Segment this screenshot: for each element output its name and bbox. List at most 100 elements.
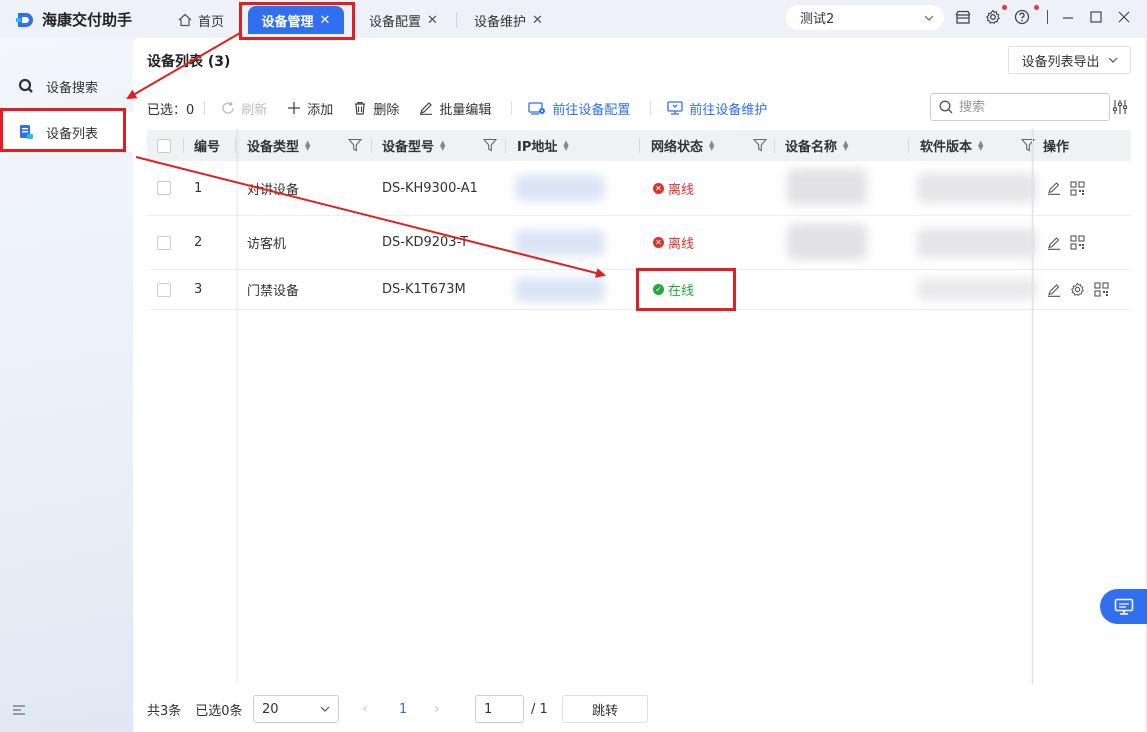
store-icon[interactable] — [954, 8, 972, 26]
row-checkbox[interactable] — [157, 161, 171, 215]
refresh-button[interactable]: 刷新 — [221, 99, 267, 118]
tab-home[interactable]: 首页 — [170, 6, 232, 34]
frozen-column-shadow — [1030, 128, 1034, 684]
search-input[interactable] — [959, 99, 1099, 115]
cell-device-type: 对讲设备 — [247, 182, 300, 198]
total-count: 共3条 — [147, 703, 182, 719]
goto-maintenance-label: 前往设备维护 — [689, 102, 768, 118]
column-label: 设备类型 — [247, 140, 300, 155]
pagination-summary: 共3条 已选0条 — [147, 695, 243, 723]
col-device-model[interactable]: 设备型号 ▲ ▼ — [382, 130, 445, 161]
gear-icon[interactable] — [1070, 282, 1085, 297]
batch-edit-button[interactable]: 批量编辑 — [419, 99, 491, 118]
account-name: 测试2 — [800, 12, 835, 27]
column-settings-icon[interactable] — [1112, 99, 1128, 115]
cell-number: 2 — [194, 235, 203, 250]
title-bar: 海康交付助手 首页 设备管理 ✕ 设备配置 ✕ 设备维护 ✕ 测试2 — [0, 0, 1147, 38]
col-network-status[interactable]: 网络状态 ▲ ▼ — [651, 130, 714, 161]
redacted-software-version — [917, 228, 1037, 258]
jump-label: 跳转 — [591, 703, 618, 719]
tab-device-maintenance[interactable]: 设备维护 ✕ — [466, 6, 551, 34]
col-device-type[interactable]: 设备类型 ▲ ▼ — [247, 130, 310, 161]
redacted-device-name — [787, 224, 867, 260]
table-row[interactable]: 2 访客机 DS-KD9203-T ✕ 离线 — [147, 216, 1131, 270]
col-software-version[interactable]: 软件版本 ▲ ▼ — [920, 130, 983, 161]
close-window-icon[interactable] — [1115, 8, 1133, 26]
column-divider — [639, 138, 640, 153]
sidebar-item-device-search[interactable]: 设备搜索 — [0, 66, 133, 106]
page-size-select[interactable]: 20 — [253, 695, 339, 723]
goto-maintenance-button[interactable]: 前往设备维护 — [667, 99, 767, 118]
select-all-checkbox[interactable] — [157, 130, 171, 161]
qr-code-icon[interactable] — [1094, 282, 1109, 297]
prev-page-icon[interactable]: ‹ — [362, 701, 368, 717]
app-title: 海康交付助手 — [42, 11, 133, 29]
col-actions: 操作 — [1043, 130, 1069, 161]
delete-button[interactable]: 删除 — [353, 99, 399, 118]
toolbar-divider — [650, 101, 652, 115]
add-button[interactable]: 添加 — [287, 99, 333, 118]
next-page-icon[interactable]: › — [434, 701, 440, 717]
filter-icon[interactable] — [753, 138, 767, 152]
account-select[interactable]: 测试2 — [786, 5, 944, 30]
column-label: 设备名称 — [785, 140, 838, 155]
edit-icon[interactable] — [1047, 181, 1061, 195]
home-icon — [178, 13, 192, 27]
filter-icon[interactable] — [348, 138, 362, 152]
table-row[interactable]: 1 对讲设备 DS-KH9300-A1 ✕ 离线 — [147, 161, 1131, 216]
close-icon[interactable]: ✕ — [427, 13, 438, 28]
notification-dot — [1002, 5, 1007, 10]
gear-icon[interactable] — [984, 8, 1002, 26]
refresh-label: 刷新 — [241, 102, 268, 118]
row-checkbox[interactable] — [157, 216, 171, 269]
assistant-float-button[interactable] — [1100, 589, 1147, 624]
edit-icon[interactable] — [1047, 236, 1061, 250]
column-divider — [183, 138, 184, 153]
page-jump-input[interactable]: 1 — [475, 695, 524, 723]
row-checkbox[interactable] — [157, 270, 171, 309]
sidebar-item-label: 设备搜索 — [46, 80, 99, 96]
qr-code-icon[interactable] — [1070, 180, 1085, 196]
tab-label: 设备维护 — [474, 14, 527, 30]
close-icon[interactable]: ✕ — [532, 13, 543, 28]
tab-divider — [456, 12, 457, 28]
page-number[interactable]: 1 — [399, 702, 407, 717]
goto-config-button[interactable]: 前往设备配置 — [528, 99, 630, 118]
column-label: 软件版本 — [920, 140, 973, 155]
page-size-value: 20 — [262, 701, 279, 717]
help-icon[interactable] — [1013, 8, 1031, 26]
monitor-icon — [1114, 598, 1133, 615]
tab-label: 设备配置 — [369, 14, 422, 30]
toolbar: 已选：0 刷新 添加 删除 批量编辑 前往设备配置 前往设备维护 — [147, 98, 787, 118]
qr-code-icon[interactable] — [1070, 235, 1085, 250]
column-divider — [371, 138, 372, 153]
annotation-box-sidebar — [0, 108, 126, 152]
column-label: 设备型号 — [382, 140, 435, 155]
monitor-icon — [667, 101, 684, 115]
filter-icon[interactable] — [483, 138, 497, 152]
row-actions — [1047, 161, 1085, 215]
row-actions — [1047, 270, 1109, 309]
tab-device-config[interactable]: 设备配置 ✕ — [361, 6, 446, 34]
goto-config-label: 前往设备配置 — [552, 102, 631, 118]
page-total: / 1 — [531, 702, 548, 717]
col-device-name[interactable]: 设备名称 ▲ ▼ — [785, 130, 848, 161]
sort-icon: ▲ ▼ — [709, 138, 715, 152]
jump-button[interactable]: 跳转 — [562, 695, 648, 723]
collapse-menu-icon[interactable] — [12, 704, 26, 720]
minimize-icon[interactable] — [1059, 8, 1077, 26]
column-label: 网络状态 — [651, 140, 704, 155]
cell-device-type: 门禁设备 — [247, 284, 300, 299]
col-ip-address[interactable]: IP地址 ▲ ▼ — [517, 130, 569, 161]
cell-device-model: DS-KD9203-T — [382, 235, 469, 250]
edit-icon[interactable] — [1047, 283, 1061, 297]
col-number[interactable]: 编号 — [194, 130, 220, 161]
brand: 海康交付助手 — [16, 9, 132, 30]
plus-icon — [288, 102, 301, 114]
maximize-icon[interactable] — [1087, 8, 1105, 26]
table-header: 编号 设备类型 ▲ ▼ 设备型号 ▲ ▼ IP地址 ▲ ▼ 网络状态 ▲ ▼ 设备名称 ▲ ▼ 软件… — [147, 130, 1131, 161]
column-label: 操作 — [1043, 140, 1070, 155]
export-list-button[interactable]: 设备列表导出 — [1008, 46, 1131, 74]
app-logo-icon — [16, 12, 33, 27]
column-label: IP地址 — [517, 140, 558, 155]
